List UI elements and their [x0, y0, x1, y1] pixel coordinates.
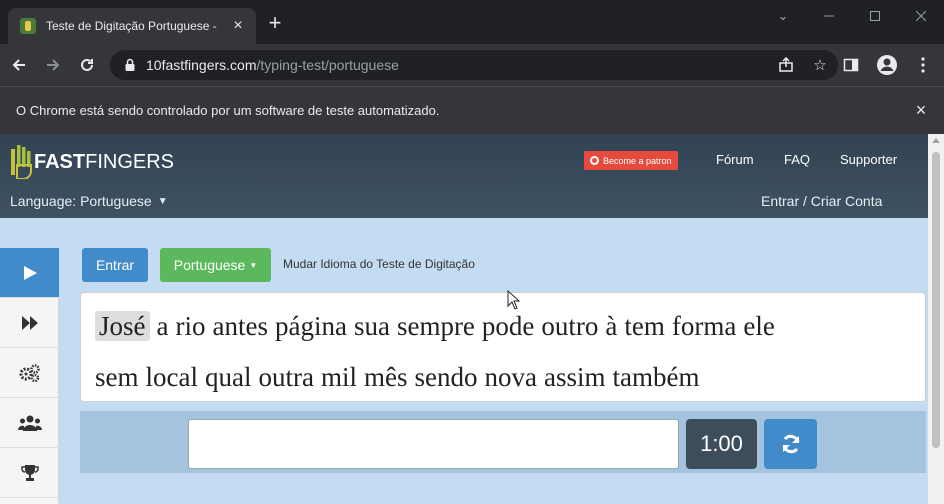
input-row: 1:00 — [80, 411, 926, 473]
browser-tab-strip: Teste de Digitação Portuguese - × + ⌄ — [0, 0, 944, 44]
minimize-button[interactable] — [806, 0, 852, 32]
language-select-button[interactable]: Portuguese ▼ — [160, 248, 271, 282]
address-bar[interactable]: 10fastfingers.com/typing-test/portuguese… — [110, 50, 838, 80]
patreon-icon — [590, 156, 599, 165]
mouse-cursor-icon — [507, 290, 521, 310]
word: sem — [95, 362, 139, 392]
word: a — [156, 311, 169, 341]
word: ele — [743, 311, 775, 341]
sidebar-item-settings[interactable] — [0, 348, 59, 398]
current-word: José — [95, 311, 150, 341]
word: página — [274, 311, 347, 341]
lock-icon — [125, 58, 135, 71]
word: qual — [204, 362, 252, 392]
infobar-text: O Chrome está sendo controlado por um so… — [16, 103, 440, 118]
caret-down-icon: ▼ — [249, 260, 258, 270]
users-icon — [17, 415, 42, 431]
word: pode — [481, 311, 535, 341]
sidebar-item-competitions[interactable] — [0, 448, 59, 498]
word: sendo — [414, 362, 478, 392]
change-language-link[interactable]: Mudar Idioma do Teste de Digitação — [283, 257, 475, 271]
logo-text-fast: FAST — [34, 150, 86, 173]
typing-input[interactable] — [188, 419, 679, 469]
share-icon[interactable] — [776, 55, 796, 75]
logo-text-fingers: FINGERS — [85, 150, 175, 173]
entrar-button[interactable]: Entrar — [82, 248, 148, 282]
sidebar-item-multiplayer[interactable] — [0, 398, 59, 448]
favicon-icon — [20, 18, 36, 34]
side-panel-icon[interactable] — [836, 50, 866, 80]
nav-forum[interactable]: Fórum — [716, 152, 754, 167]
browser-toolbar: 10fastfingers.com/typing-test/portuguese… — [0, 44, 944, 86]
words-line-1: José a rio antes página sua sempre pode outro à te… — [95, 301, 913, 352]
profile-avatar[interactable] — [872, 50, 902, 80]
word: outra — [258, 362, 314, 392]
forward-button[interactable] — [38, 50, 68, 80]
reload-icon[interactable] — [72, 50, 102, 80]
tab-close-icon[interactable]: × — [230, 17, 246, 35]
tab-title: Teste de Digitação Portuguese - — [46, 19, 217, 33]
sidebar-item-typing-test[interactable] — [0, 248, 59, 298]
browser-tab[interactable]: Teste de Digitação Portuguese - × — [8, 8, 256, 44]
word: rio — [175, 311, 206, 341]
words-line-2: sem local qual outra mil mês sendo nova assim tam… — [95, 352, 913, 403]
language-label: Language: Portuguese — [10, 193, 152, 209]
menu-dots-icon[interactable] — [908, 50, 938, 80]
word: sempre — [396, 311, 475, 341]
language-select-label: Portuguese — [173, 257, 246, 273]
new-tab-button[interactable]: + — [264, 12, 286, 35]
close-window-button[interactable] — [898, 0, 944, 32]
sidebar — [0, 248, 59, 504]
word: assim — [543, 362, 606, 392]
scroll-thumb[interactable] — [932, 152, 940, 448]
infobar-close-icon[interactable]: × — [912, 101, 930, 119]
word: à — [605, 311, 618, 341]
words-display: José a rio antes página sua sempre pode outro à te… — [80, 292, 926, 402]
word: antes — [212, 311, 268, 341]
word: forma — [671, 311, 737, 341]
word: outro — [541, 311, 599, 341]
automation-infobar: O Chrome está sendo controlado por um so… — [0, 86, 944, 134]
word: sua — [353, 311, 390, 341]
fast-forward-icon — [21, 315, 38, 330]
word: local — [145, 362, 198, 392]
gears-icon — [19, 363, 40, 382]
refresh-icon — [782, 434, 799, 454]
sidebar-item-advanced[interactable] — [0, 298, 59, 348]
word: tem — [624, 311, 665, 341]
language-dropdown[interactable]: Language: Portuguese ▼ — [10, 193, 168, 209]
trophy-icon — [20, 464, 39, 481]
page-scrollbar[interactable] — [928, 134, 944, 504]
word: mês — [363, 362, 408, 392]
word: mil — [320, 362, 357, 392]
tab-search-icon[interactable]: ⌄ — [760, 0, 806, 32]
bookmark-star-icon[interactable]: ☆ — [810, 55, 830, 75]
url-path: /typing-test/portuguese — [256, 57, 399, 73]
nav-supporter[interactable]: Supporter — [840, 152, 897, 167]
become-patron-button[interactable]: Become a patron — [584, 151, 678, 170]
login-link[interactable]: Entrar / Criar Conta — [761, 193, 882, 209]
page-viewport: FAST FINGERS Become a patron Fórum FAQ S… — [0, 134, 944, 504]
timer: 1:00 — [686, 419, 757, 469]
play-icon — [23, 265, 37, 280]
site-logo[interactable]: FAST FINGERS — [10, 142, 174, 182]
url-host: 10fastfingers.com — [146, 57, 257, 73]
word: também — [612, 362, 700, 392]
scroll-up-arrow-icon[interactable] — [932, 138, 940, 143]
restart-button[interactable] — [764, 419, 817, 469]
chevron-down-icon: ▼ — [157, 195, 168, 207]
back-button[interactable] — [4, 50, 34, 80]
site-header: FAST FINGERS Become a patron Fórum FAQ S… — [0, 134, 928, 218]
maximize-button[interactable] — [852, 0, 898, 32]
window-controls: ⌄ — [760, 0, 944, 32]
word: nova — [484, 362, 537, 392]
logo-hand-icon — [11, 145, 32, 179]
patron-label: Become a patron — [603, 155, 672, 166]
nav-faq[interactable]: FAQ — [784, 152, 810, 167]
